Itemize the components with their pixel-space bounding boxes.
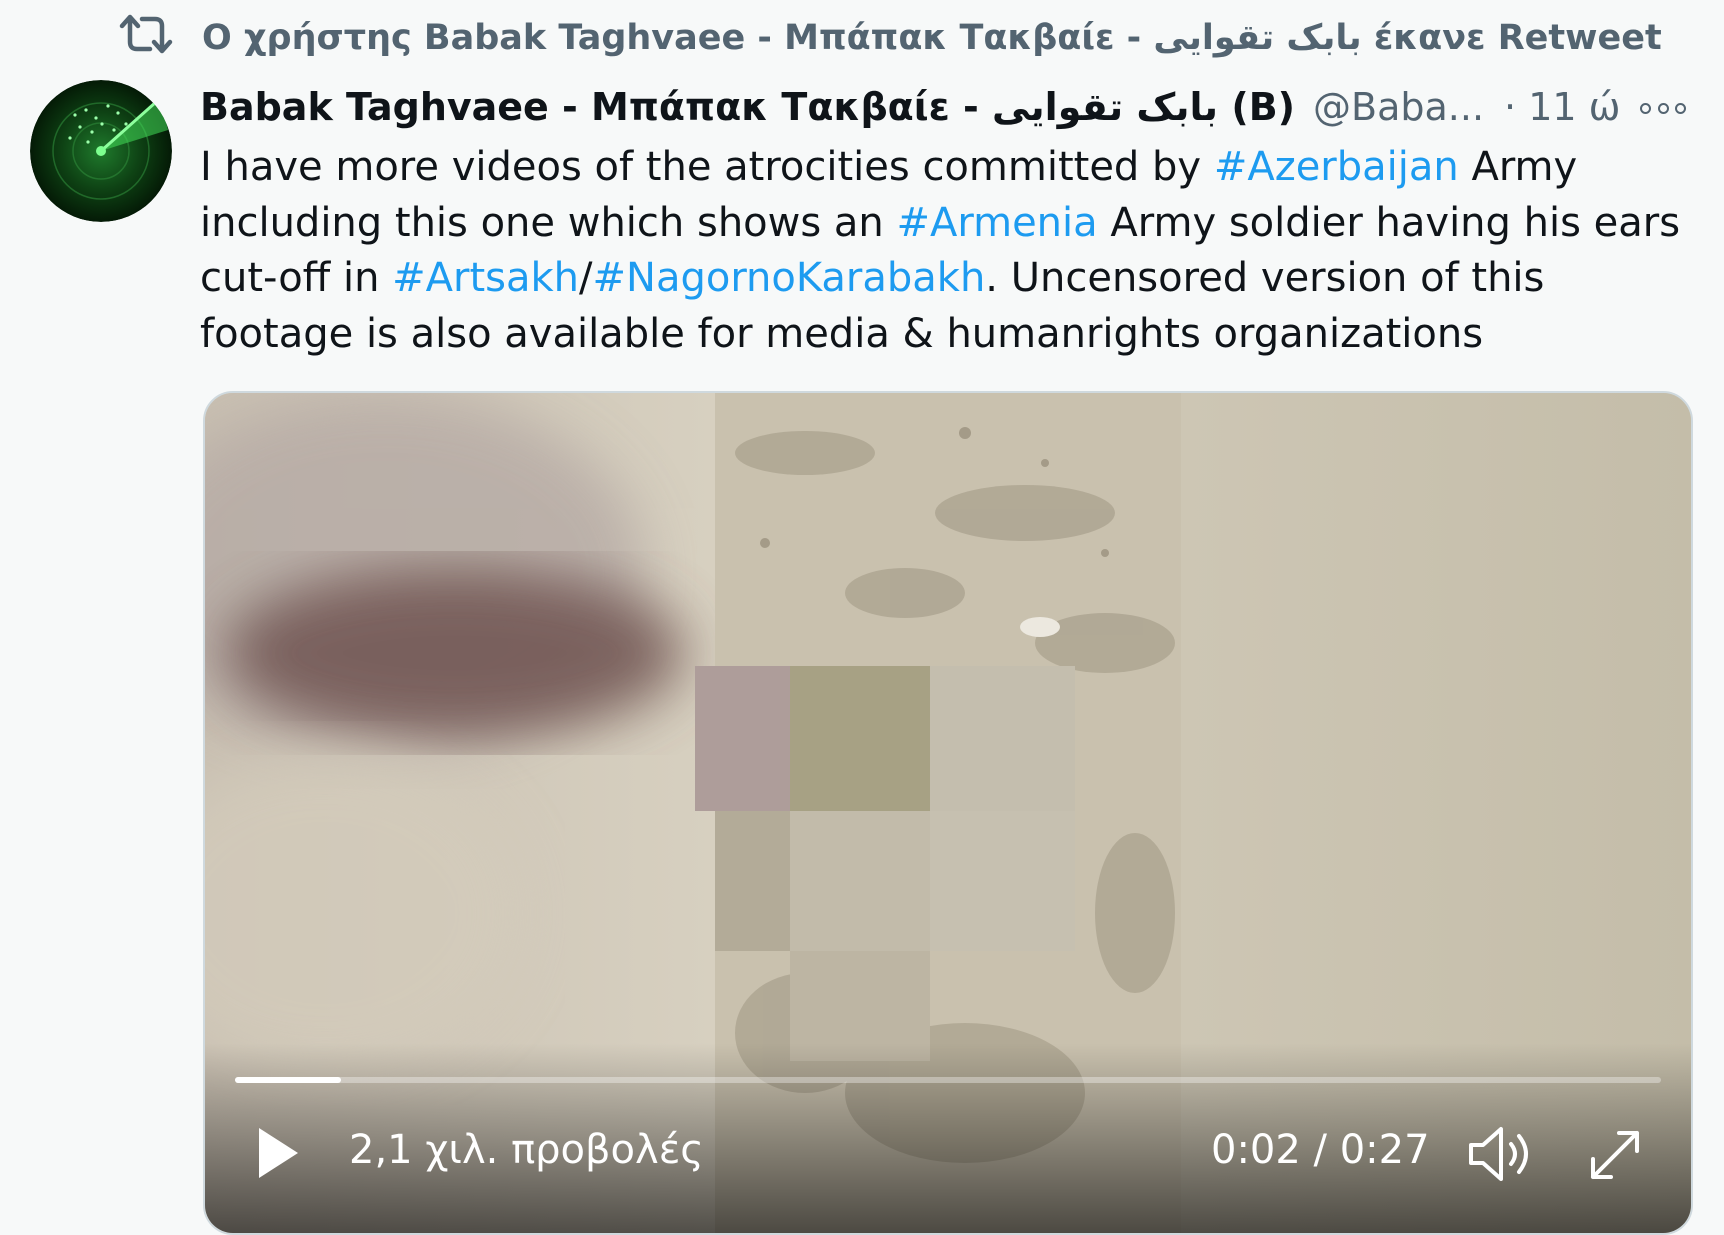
play-icon[interactable] — [255, 1125, 301, 1181]
more-icon[interactable] — [1640, 90, 1686, 126]
video-player[interactable]: 2,1 χιλ. προβολές 0:02 / 0:27 — [203, 391, 1693, 1235]
author-name[interactable]: Babak Taghvaee - Μπάπακ Τακβαίε - بابک ت… — [200, 85, 1295, 129]
volume-icon[interactable] — [1467, 1123, 1537, 1185]
tweet-time[interactable]: · 11 ώ — [1504, 85, 1620, 129]
tweet-text-segment: I have more videos of the atrocities com… — [200, 144, 1214, 190]
retweet-banner-text: Ο χρήστης Babak Taghvaee - Μπάπακ Τακβαί… — [202, 18, 1662, 58]
hashtag-link[interactable]: #Azerbaijan — [1214, 144, 1459, 190]
progress-bar[interactable] — [235, 1077, 1661, 1083]
timecode: 0:02 / 0:27 — [1211, 1127, 1430, 1173]
view-count: 2,1 χιλ. προβολές — [349, 1127, 704, 1173]
tweet-text: I have more videos of the atrocities com… — [200, 140, 1700, 362]
retweet-icon — [118, 12, 174, 65]
tweet-text-segment: / — [579, 255, 593, 301]
fullscreen-icon[interactable] — [1585, 1125, 1645, 1185]
author-handle[interactable]: @Baba... — [1313, 85, 1484, 129]
hashtag-link[interactable]: #NagornoKarabakh — [593, 255, 986, 301]
tweet-header: Babak Taghvaee - Μπάπακ Τακβαίε - بابک ت… — [200, 78, 1694, 136]
video-controls: 2,1 χιλ. προβολές 0:02 / 0:27 — [205, 1103, 1691, 1203]
retweet-banner[interactable]: Ο χρήστης Babak Taghvaee - Μπάπακ Τακβαί… — [118, 12, 1662, 64]
hashtag-link[interactable]: #Armenia — [896, 200, 1097, 246]
avatar[interactable] — [30, 80, 172, 222]
hashtag-link[interactable]: #Artsakh — [392, 255, 579, 301]
progress-fill — [235, 1077, 341, 1083]
